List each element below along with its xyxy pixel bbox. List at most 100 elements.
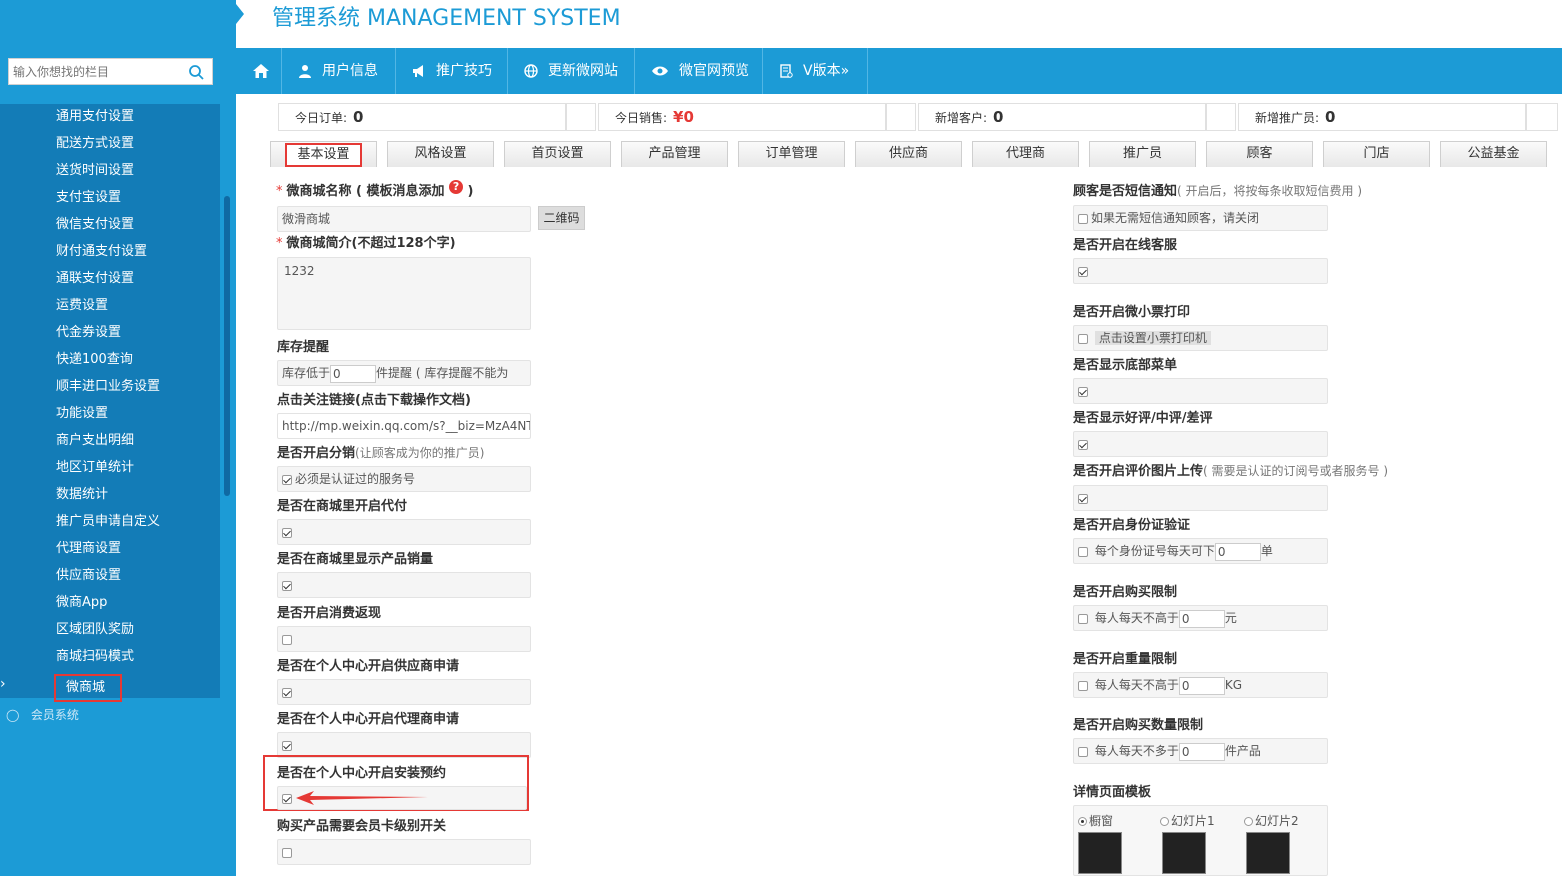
weight-limit-label: 是否开启重量限制 bbox=[1073, 652, 1178, 667]
tab-charity[interactable]: 公益基金 bbox=[1440, 141, 1547, 167]
tab-style-settings[interactable]: 风格设置 bbox=[387, 141, 494, 167]
buy-limit-input[interactable]: 0 bbox=[1178, 609, 1225, 628]
search-input[interactable] bbox=[9, 59, 179, 84]
shop-name-input[interactable]: 微滑商城 bbox=[277, 206, 531, 232]
sidebar-scrollbar[interactable] bbox=[224, 196, 230, 496]
sidebar-group-next[interactable]: ◯ 会员系统 bbox=[6, 706, 79, 723]
sidebar-item[interactable]: 商城扫码模式 bbox=[56, 647, 134, 667]
tab-supplier[interactable]: 供应商 bbox=[855, 141, 962, 167]
search-icon[interactable] bbox=[188, 64, 204, 80]
install-booking-checkbox[interactable] bbox=[282, 793, 292, 804]
sidebar-item[interactable]: 通联支付设置 bbox=[56, 269, 134, 289]
nav-preview[interactable]: 微官网预览 bbox=[635, 48, 763, 94]
follow-link-input[interactable]: http://mp.weixin.qq.com/s?__biz=MzA4NTQ bbox=[277, 413, 531, 439]
sidebar-item[interactable]: 地区订单统计 bbox=[56, 458, 134, 478]
template-thumbnail[interactable] bbox=[1246, 832, 1290, 874]
buy-limit-label: 是否开启购买限制 bbox=[1073, 585, 1178, 600]
help-icon[interactable]: ? bbox=[449, 180, 464, 194]
sidebar-item[interactable]: 功能设置 bbox=[56, 404, 108, 424]
nav-user-info[interactable]: 用户信息 bbox=[282, 48, 396, 94]
supplier-apply-checkbox[interactable] bbox=[282, 687, 292, 698]
sms-notify-checkbox[interactable] bbox=[1078, 213, 1088, 224]
weight-limit-input[interactable]: 0 bbox=[1178, 676, 1225, 695]
sidebar-item[interactable]: 微商城 bbox=[54, 674, 122, 702]
bottom-menu-checkbox[interactable] bbox=[1078, 386, 1088, 397]
id-verify-label: 是否开启身份证验证 bbox=[1073, 518, 1191, 533]
ticket-print-checkbox[interactable] bbox=[1078, 333, 1088, 344]
shop-intro-textarea[interactable]: 1232 bbox=[277, 257, 531, 330]
sidebar-item[interactable]: 微商App bbox=[56, 593, 107, 613]
id-limit-input[interactable]: 0 bbox=[1214, 542, 1261, 561]
stat-spacer bbox=[1526, 103, 1558, 131]
qty-limit-checkbox[interactable] bbox=[1078, 746, 1088, 757]
template-thumbnail[interactable] bbox=[1162, 832, 1206, 874]
sidebar-item[interactable]: 供应商设置 bbox=[56, 566, 121, 586]
tab-basic-settings[interactable]: 基本设置 bbox=[270, 141, 377, 167]
review-image-checkbox[interactable] bbox=[1078, 493, 1088, 504]
nav-promotion[interactable]: 推广技巧 bbox=[396, 48, 508, 94]
stat-value: 0 bbox=[1325, 108, 1336, 126]
online-cs-checkbox[interactable] bbox=[1078, 266, 1088, 277]
sidebar-item[interactable]: 微信支付设置 bbox=[56, 215, 134, 235]
tab-home-settings[interactable]: 首页设置 bbox=[504, 141, 611, 167]
agent-apply-checkbox[interactable] bbox=[282, 740, 292, 751]
stock-threshold-input[interactable]: 0 bbox=[330, 364, 377, 383]
member-level-checkbox[interactable] bbox=[282, 847, 292, 858]
review-checkbox[interactable] bbox=[1078, 439, 1088, 450]
template-label: 幻灯片2 bbox=[1255, 814, 1299, 828]
cashback-checkbox[interactable] bbox=[282, 634, 292, 645]
sidebar-item[interactable]: 推广员申请自定义 bbox=[56, 512, 160, 532]
tab-store[interactable]: 门店 bbox=[1323, 141, 1430, 167]
template-thumbnail[interactable] bbox=[1078, 832, 1122, 874]
sidebar-item[interactable]: 顺丰进口业务设置 bbox=[56, 377, 160, 397]
sidebar-item[interactable]: 通用支付设置 bbox=[56, 107, 134, 127]
sidebar-menu: 通用支付设置 配送方式设置 送货时间设置 支付宝设置微信支付设置 财付通支付设置 通联支付… bbox=[0, 104, 220, 702]
tab-label: 公益基金 bbox=[1467, 146, 1520, 161]
nav-update-site[interactable]: 更新微网站 bbox=[508, 48, 635, 94]
sms-notify-label: 顾客是否短信通知( 开启后，将按每条收取短信费用 ) bbox=[1073, 184, 1363, 199]
tab-label: 供应商 bbox=[888, 146, 928, 161]
buy-limit-field: 每人每天不高于 0 元 bbox=[1073, 605, 1328, 631]
supplier-apply-label: 是否在个人中心开启供应商申请 bbox=[277, 659, 460, 674]
template-option-slide1[interactable]: 幻灯片1 bbox=[1160, 812, 1215, 829]
tab-label: 基本设置 bbox=[285, 143, 362, 167]
id-verify-checkbox[interactable] bbox=[1078, 546, 1088, 557]
weight-limit-checkbox[interactable] bbox=[1078, 680, 1088, 691]
sidebar-item[interactable]: 区域团队奖励 bbox=[56, 620, 134, 640]
pay-for-checkbox[interactable] bbox=[282, 527, 292, 538]
distribution-checkbox[interactable] bbox=[282, 474, 292, 485]
template-option-window[interactable]: 橱窗 bbox=[1078, 812, 1113, 829]
nav-version[interactable]: V版本» bbox=[763, 48, 868, 94]
cashback-field bbox=[277, 626, 531, 652]
qr-code-button[interactable]: 二维码 bbox=[538, 206, 585, 230]
stat-label: 今日订单: bbox=[295, 111, 348, 125]
radio-icon bbox=[1160, 817, 1169, 826]
sidebar-item[interactable]: 配送方式设置 bbox=[56, 134, 134, 154]
member-level-field bbox=[277, 839, 531, 865]
weight-suffix: KG bbox=[1224, 678, 1243, 692]
supplier-apply-field bbox=[277, 679, 531, 705]
sidebar-item[interactable]: 快递100查询 bbox=[56, 350, 133, 370]
sidebar-item[interactable]: 支付宝设置 bbox=[56, 188, 121, 208]
tab-product-management[interactable]: 产品管理 bbox=[621, 141, 728, 167]
sidebar-item[interactable]: 代理商设置 bbox=[56, 539, 121, 559]
template-option-slide2[interactable]: 幻灯片2 bbox=[1244, 812, 1299, 829]
qty-limit-input[interactable]: 0 bbox=[1178, 742, 1225, 761]
qty-limit-label: 是否开启购买数量限制 bbox=[1073, 718, 1204, 733]
tab-label: 推广员 bbox=[1122, 146, 1162, 161]
nav-home[interactable] bbox=[236, 48, 282, 94]
buy-limit-checkbox[interactable] bbox=[1078, 613, 1088, 624]
tab-promoter[interactable]: 推广员 bbox=[1089, 141, 1196, 167]
tab-order-management[interactable]: 订单管理 bbox=[738, 141, 845, 167]
ticket-print-setup-link[interactable]: 点击设置小票打印机 bbox=[1094, 331, 1211, 345]
sidebar-item[interactable]: 运费设置 bbox=[56, 296, 108, 316]
sidebar-item[interactable]: 代金券设置 bbox=[56, 323, 121, 343]
sidebar-item[interactable]: 商户支出明细 bbox=[56, 431, 134, 451]
tab-label: 风格设置 bbox=[414, 146, 467, 161]
sidebar-item[interactable]: 数据统计 bbox=[56, 485, 108, 505]
tab-agent[interactable]: 代理商 bbox=[972, 141, 1079, 167]
sidebar-item[interactable]: 财付通支付设置 bbox=[56, 242, 147, 262]
show-sales-checkbox[interactable] bbox=[282, 580, 292, 591]
tab-customer[interactable]: 顾客 bbox=[1206, 141, 1313, 167]
sidebar-item[interactable]: 送货时间设置 bbox=[56, 161, 134, 181]
